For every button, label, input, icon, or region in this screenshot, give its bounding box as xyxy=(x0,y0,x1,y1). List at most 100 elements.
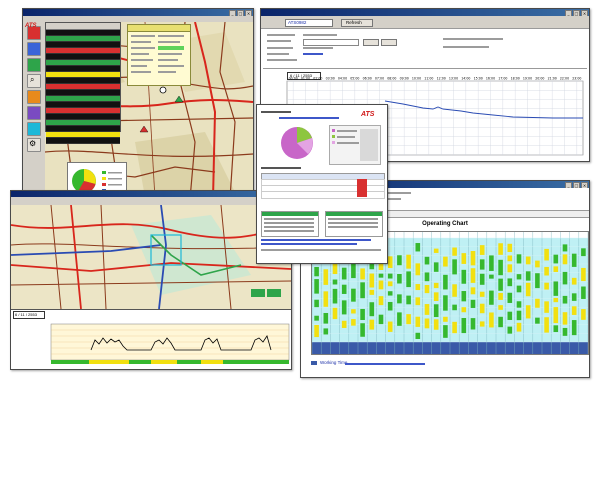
operating-block xyxy=(406,271,411,288)
operating-block xyxy=(535,298,540,308)
working-time-swatch xyxy=(311,361,317,365)
fleet-list-header xyxy=(46,23,120,30)
operating-block xyxy=(406,314,411,325)
operating-block xyxy=(443,295,448,311)
operating-block xyxy=(387,321,393,332)
route-button[interactable] xyxy=(27,58,41,72)
speed-window-titlebar[interactable]: _ □ × xyxy=(261,9,589,17)
time-tick-label: 01:00 xyxy=(301,77,310,81)
time-tick-label: 03:00 xyxy=(326,77,335,81)
operating-block xyxy=(516,301,522,308)
operating-block xyxy=(387,273,393,279)
operating-block xyxy=(415,263,421,276)
map-window-titlebar[interactable]: _ □ × xyxy=(23,9,253,17)
history-button[interactable] xyxy=(27,106,41,120)
operating-block xyxy=(507,255,513,262)
table-row[interactable] xyxy=(46,138,120,144)
second-speed-chart xyxy=(50,318,290,364)
operating-block xyxy=(443,256,448,267)
report-legend xyxy=(329,125,381,165)
operating-block xyxy=(571,293,577,301)
operating-block xyxy=(332,288,338,304)
operating-block xyxy=(507,326,513,334)
second-map[interactable] xyxy=(11,205,291,309)
fleet-list-table[interactable] xyxy=(45,22,121,144)
second-map-window[interactable]: 6 / 11 / 2553 xyxy=(10,190,292,370)
map-window[interactable]: _ □ × ⌕ ⚙ ATS xyxy=(22,8,254,200)
operating-block xyxy=(406,295,411,305)
operating-block xyxy=(378,280,384,290)
report-button[interactable] xyxy=(27,90,41,104)
operating-block xyxy=(470,299,476,308)
operating-block xyxy=(571,277,577,285)
operating-block xyxy=(415,243,421,252)
operating-block xyxy=(443,316,448,322)
operating-block xyxy=(406,254,411,269)
vehicle-button[interactable] xyxy=(27,42,41,56)
gear-icon: ⚙ xyxy=(29,139,37,148)
operating-block xyxy=(351,309,356,314)
vehicle-select[interactable]: ATS0982 xyxy=(285,19,333,27)
operating-block xyxy=(360,308,365,320)
operating-block xyxy=(553,325,559,333)
operating-block xyxy=(415,332,421,339)
status-tables xyxy=(261,211,383,257)
operating-block xyxy=(415,316,421,327)
operating-block xyxy=(452,259,457,275)
print-button[interactable] xyxy=(381,39,397,46)
operating-block xyxy=(498,259,503,276)
time-tick-label: 02:00 xyxy=(313,77,322,81)
main-map[interactable] xyxy=(45,22,253,199)
report-window[interactable]: ATS xyxy=(256,104,388,264)
operating-block xyxy=(562,295,568,304)
operating-block xyxy=(516,254,522,264)
operating-block xyxy=(341,300,347,315)
time-tick-label: 15:00 xyxy=(474,77,483,81)
operating-block xyxy=(424,256,430,265)
refresh-button-label: Refresh xyxy=(346,20,362,25)
search-icon: ⌕ xyxy=(30,75,35,84)
settings-button[interactable]: ⚙ xyxy=(27,138,41,152)
operating-block xyxy=(452,284,457,297)
operating-block xyxy=(479,245,485,255)
operating-block xyxy=(433,248,439,253)
operating-block xyxy=(525,256,531,265)
operating-block xyxy=(433,304,439,318)
operating-block xyxy=(332,307,338,320)
operating-block xyxy=(581,248,586,257)
operating-block xyxy=(397,294,402,304)
operating-block xyxy=(535,317,540,324)
search-button[interactable]: ⌕ xyxy=(27,74,41,88)
app-logo: ATS xyxy=(25,23,37,29)
operating-block xyxy=(424,272,430,282)
operating-block xyxy=(397,312,402,326)
operating-block xyxy=(562,271,568,285)
time-tick-label: 11:00 xyxy=(424,77,433,81)
operating-block xyxy=(498,278,503,291)
second-speed-panel[interactable]: 6 / 11 / 2553 xyxy=(11,309,291,369)
report-table xyxy=(261,167,385,207)
operating-block xyxy=(424,318,430,329)
operating-block xyxy=(571,306,577,315)
vehicle-select-value: ATS0982 xyxy=(288,20,307,25)
operating-block xyxy=(535,273,540,289)
operating-block xyxy=(525,282,531,297)
operating-block xyxy=(525,271,531,281)
operating-block xyxy=(332,279,338,285)
operating-block xyxy=(507,243,513,253)
operating-block xyxy=(452,321,457,334)
zone-button[interactable] xyxy=(27,122,41,136)
operating-block xyxy=(415,284,421,291)
time-tick-label: 05:00 xyxy=(350,77,359,81)
operating-block xyxy=(489,274,494,279)
operating-block xyxy=(544,317,549,333)
operating-block xyxy=(341,267,347,280)
operating-block xyxy=(397,274,402,284)
popup-header xyxy=(128,25,190,32)
operating-footer: Working Time xyxy=(311,359,587,369)
search-button[interactable] xyxy=(363,39,379,46)
refresh-button[interactable]: Refresh xyxy=(341,19,373,27)
operating-block xyxy=(461,318,467,334)
report-logo: ATS xyxy=(361,111,375,118)
operating-block xyxy=(516,322,522,332)
